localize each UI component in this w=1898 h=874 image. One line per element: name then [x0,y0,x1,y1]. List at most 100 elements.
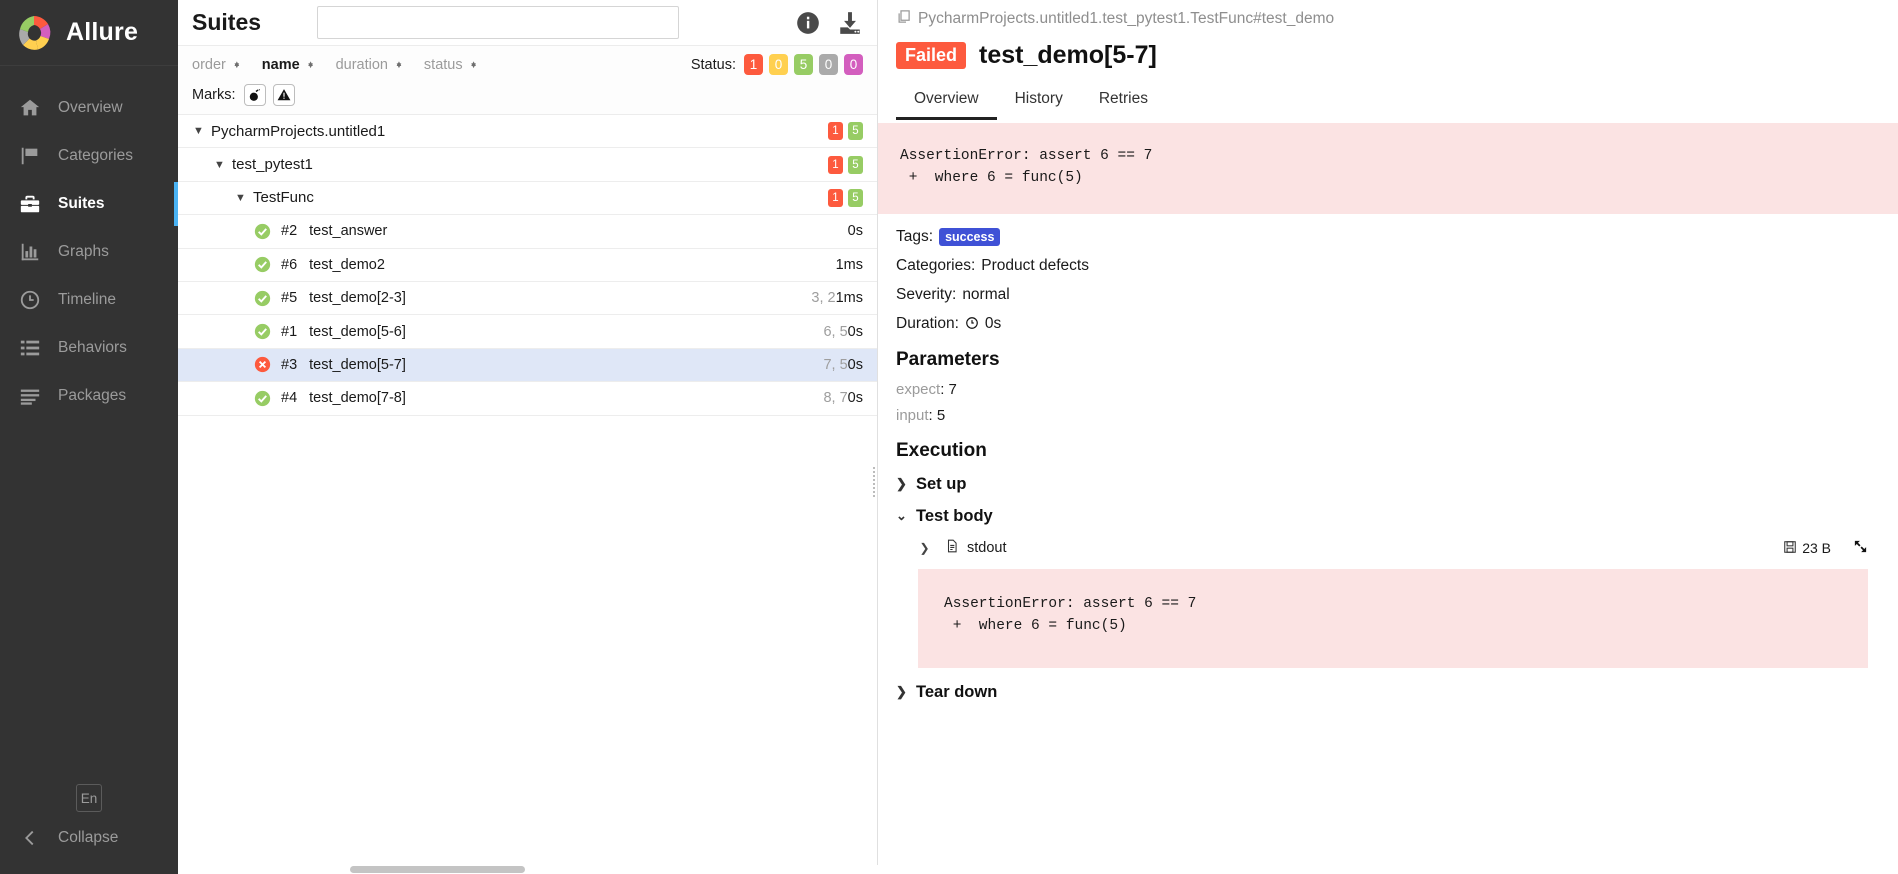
tree-test-row[interactable]: #5 test_demo[2-3] 3, 21ms [178,282,877,316]
duration-prefix: 6, 5 [823,323,848,340]
tag-chip[interactable]: success [939,227,1001,246]
flaky-bomb-icon[interactable] [243,84,266,106]
tab-retries[interactable]: Retries [1081,84,1166,120]
row-counts: 1 5 [828,122,863,141]
execution-step-test-body[interactable]: ⌄ Test body [896,507,1880,526]
test-detail-panel: PycharmProjects.untitled1.test_pytest1.T… [878,0,1898,874]
info-icon[interactable] [795,10,821,36]
count-badge-passed: 5 [848,155,863,174]
duration-label: Duration: [896,314,959,332]
sidebar-item-behaviors[interactable]: Behaviors [0,324,178,372]
count-badge-failed: 1 [828,155,843,174]
sidebar-item-timeline[interactable]: Timeline [0,276,178,324]
stdout-label: stdout [967,540,1007,557]
chevron-right-icon[interactable]: ❯ [896,476,907,492]
sort-order[interactable]: order ▲ ▼ [192,57,241,73]
status-filter-label: Status: [690,56,736,73]
horizontal-scrollbar[interactable] [178,865,878,874]
sort-arrows-icon: ▲ ▼ [232,58,241,70]
header-actions [795,10,863,36]
test-duration: 3, 21ms [811,290,863,306]
chevron-down-icon[interactable]: ⌄ [896,508,907,524]
status-badge-unknown[interactable]: 0 [844,54,863,75]
tree-group-row[interactable]: ▼ TestFunc 1 5 [178,182,877,216]
sort-status-label: status [423,56,463,73]
count-badge-failed: 1 [828,188,843,207]
chevron-right-icon[interactable]: ❯ [896,684,907,700]
breadcrumb[interactable]: PycharmProjects.untitled1.test_pytest1.T… [896,9,1880,29]
collapse-button[interactable]: Collapse [0,820,178,856]
count-badge-passed: 5 [848,188,863,207]
attachment-size: 23 B [1783,540,1831,557]
fullscreen-icon[interactable] [1853,539,1868,558]
status-passed-icon [254,390,271,407]
tab-overview[interactable]: Overview [896,84,997,120]
status-badge-failed[interactable]: 1 [744,54,763,75]
sort-status[interactable]: status ▲ ▼ [424,57,478,73]
sort-arrows-icon: ▲ ▼ [306,58,315,70]
tree-group-row[interactable]: ▼ PycharmProjects.untitled1 1 5 [178,115,877,149]
chevron-down-icon[interactable]: ▼ [213,159,226,171]
duration-value: 0s [847,323,863,340]
row-counts: 1 5 [828,188,863,207]
sidebar: Allure Overview Categories Suites Graphs… [0,0,178,874]
search-input[interactable] [317,6,680,39]
warning-triangle-icon[interactable] [272,84,295,106]
tree-test-row[interactable]: #4 test_demo[7-8] 8, 70s [178,382,877,416]
sidebar-item-overview[interactable]: Overview [0,84,178,132]
sidebar-item-suites[interactable]: Suites [0,180,178,228]
download-icon[interactable] [837,10,863,36]
sort-duration[interactable]: duration ▲ ▼ [336,57,403,73]
test-name: test_demo2 [309,256,385,273]
test-duration: 8, 70s [823,390,863,406]
language-button[interactable]: En [76,784,102,812]
bar-chart-icon [18,240,42,264]
sidebar-item-categories[interactable]: Categories [0,132,178,180]
sidebar-item-label: Graphs [58,243,109,260]
error-summary-block: AssertionError: assert 6 == 7 + where 6 … [878,123,1898,214]
sidebar-item-packages[interactable]: Packages [0,372,178,420]
copy-icon[interactable] [896,9,911,29]
sort-arrows-icon: ▲ ▼ [469,58,478,70]
status-badge-broken[interactable]: 0 [769,54,788,75]
status-passed-icon [254,290,271,307]
tree-test-row-selected[interactable]: #3 test_demo[5-7] 7, 50s [178,348,877,383]
status-badge-skipped[interactable]: 0 [819,54,838,75]
tree-test-row[interactable]: #1 test_demo[5-6] 6, 50s [178,315,877,349]
test-order-number: #6 [281,256,298,273]
tags-label: Tags: [896,227,934,245]
chevron-right-icon[interactable]: ❯ [918,541,931,555]
tree-group-row[interactable]: ▼ test_pytest1 1 5 [178,148,877,182]
brand[interactable]: Allure [0,0,178,66]
execution-step-teardown[interactable]: ❯ Tear down [896,683,1880,702]
execution-step-label: Set up [916,474,967,493]
status-badge-passed[interactable]: 5 [794,54,813,75]
execution-step-setup[interactable]: ❯ Set up [896,475,1880,494]
home-icon [18,96,42,120]
parameters-title: Parameters [896,348,1000,370]
stdout-attachment-row[interactable]: ❯ stdout 23 B [918,539,1880,558]
chevron-down-icon[interactable]: ▼ [234,192,247,204]
status-filter-group: Status: 1 0 5 0 0 [691,54,863,75]
tree-test-row[interactable]: #2 test_answer 0s [178,215,877,249]
test-order-number: #3 [281,356,298,373]
duration-line: Duration: 0s [896,315,1880,333]
panel-resize-handle[interactable] [873,467,877,509]
tab-history[interactable]: History [997,84,1081,120]
sort-name[interactable]: name ▲ ▼ [262,57,315,73]
tree-test-row[interactable]: #6 test_demo2 1ms [178,249,877,282]
suites-tree: ▼ PycharmProjects.untitled1 1 5 ▼ test_p… [178,115,877,874]
tree-group-label: PycharmProjects.untitled1 [211,122,386,140]
filter-bar: order ▲ ▼ name ▲ ▼ duration ▲ ▼ status ▲ ▼ S… [178,45,877,115]
sidebar-item-graphs[interactable]: Graphs [0,228,178,276]
test-duration: 7, 50s [823,357,863,373]
parameter-value: 7 [948,380,957,398]
flag-icon [18,144,42,168]
chevron-down-icon[interactable]: ▼ [192,125,205,137]
save-icon[interactable] [1783,540,1797,557]
test-order-number: #4 [281,390,298,407]
scrollbar-thumb[interactable] [350,866,525,873]
test-title: test_demo[5-7] [979,41,1157,69]
severity-line: Severity: normal [896,286,1880,304]
test-order-number: #1 [281,323,298,340]
